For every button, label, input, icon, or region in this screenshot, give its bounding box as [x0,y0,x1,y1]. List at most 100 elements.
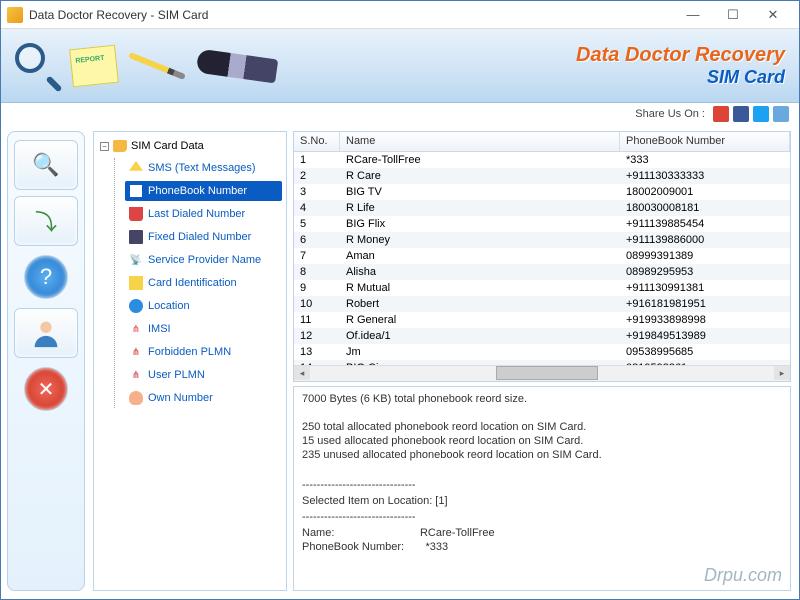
sim-card-icon [113,140,127,152]
table-row[interactable]: 4R Life180030008181 [294,200,790,216]
horizontal-scrollbar[interactable]: ◂ ▸ [294,365,790,381]
phonebook-table: S.No. Name PhoneBook Number 1RCare-TollF… [293,131,791,382]
cell-number: 09538995685 [620,345,790,359]
pencil-icon [128,51,186,79]
share-bar: Share Us On : [1,103,799,125]
cell-number: +911130991381 [620,281,790,295]
scroll-track[interactable] [310,366,774,380]
collapse-icon[interactable]: − [100,142,109,151]
table-row[interactable]: 11R General+919933898998 [294,312,790,328]
tree-item-own-number[interactable]: Own Number [125,388,282,408]
scroll-left-icon[interactable]: ◂ [294,366,310,380]
table-row[interactable]: 7Aman08999391389 [294,248,790,264]
brand-line2: SIM Card [576,67,785,88]
cell-sno: 4 [294,201,340,215]
tree-item-user-plmn[interactable]: ⋔User PLMN [125,365,282,385]
exit-button[interactable]: ✕ [24,367,68,411]
table-row[interactable]: 12Of.idea/1+919849513989 [294,328,790,344]
tree-item-forbidden-plmn[interactable]: ⋔Forbidden PLMN [125,342,282,362]
cell-sno: 8 [294,265,340,279]
scroll-thumb[interactable] [496,366,598,380]
globe-icon [129,299,143,313]
minimize-button[interactable]: — [673,4,713,26]
cell-name: RCare-TollFree [340,153,620,167]
table-row[interactable]: 6R Money+911139886000 [294,232,790,248]
cell-number: 08999391389 [620,249,790,263]
share-icon[interactable] [773,106,789,122]
tree-item-fixed-dialed[interactable]: Fixed Dialed Number [125,227,282,247]
tree-root[interactable]: − SIM Card Data [98,138,282,154]
cell-name: R Mutual [340,281,620,295]
table-row[interactable]: 8Alisha08989295953 [294,264,790,280]
cell-sno: 2 [294,169,340,183]
facebook-icon[interactable] [733,106,749,122]
tree-item-phonebook[interactable]: PhoneBook Number [125,181,282,201]
close-button[interactable]: ✕ [753,4,793,26]
col-number[interactable]: PhoneBook Number [620,132,790,151]
cell-name: BIG Flix [340,217,620,231]
forbidden-plmn-icon: ⋔ [129,345,143,359]
cell-name: Robert [340,297,620,311]
cell-sno: 6 [294,233,340,247]
maximize-button[interactable]: ☐ [713,4,753,26]
app-icon [7,7,23,23]
tree-item-sms[interactable]: SMS (Text Messages) [125,158,282,178]
cell-sno: 3 [294,185,340,199]
table-header: S.No. Name PhoneBook Number [294,132,790,152]
cell-number: *333 [620,153,790,167]
table-row[interactable]: 10Robert+916181981951 [294,296,790,312]
help-button[interactable]: ? [24,255,68,299]
tree-item-imsi[interactable]: ⋔IMSI [125,319,282,339]
tree-item-service-provider[interactable]: 📡Service Provider Name [125,250,282,270]
cell-number: 08989295953 [620,265,790,279]
tree-panel: − SIM Card Data SMS (Text Messages) Phon… [93,131,287,591]
report-note-icon: REPORT [69,44,119,87]
scroll-right-icon[interactable]: ▸ [774,366,790,380]
save-button[interactable]: ⤵ [14,196,78,246]
tree-item-location[interactable]: Location [125,296,282,316]
table-row[interactable]: 13Jm09538995685 [294,344,790,360]
twitter-icon[interactable] [753,106,769,122]
info-selected: Selected Item on Location: [1] [302,495,782,507]
info-used-alloc: 15 used allocated phonebook reord locati… [302,435,782,447]
cell-name: Jm [340,345,620,359]
antenna-icon: 📡 [129,253,143,267]
cell-sno: 1 [294,153,340,167]
table-row[interactable]: 9R Mutual+911130991381 [294,280,790,296]
titlebar: Data Doctor Recovery - SIM Card — ☐ ✕ [1,1,799,29]
cell-sno: 11 [294,313,340,327]
table-row[interactable]: 3BIG TV18002009001 [294,184,790,200]
tree-item-card-id[interactable]: Card Identification [125,273,282,293]
info-number-row: PhoneBook Number: *333 [302,541,782,553]
brand-title: Data Doctor Recovery SIM Card [576,44,785,88]
user-button[interactable] [14,308,78,358]
tree-items: SMS (Text Messages) PhoneBook Number Las… [114,158,282,408]
cell-number: +911139885454 [620,217,790,231]
table-row[interactable]: 2R Care+911130333333 [294,168,790,184]
col-name[interactable]: Name [340,132,620,151]
pen-icon [196,48,279,83]
cell-number: +911139886000 [620,233,790,247]
phonebook-icon [129,184,143,198]
tree-item-last-dialed[interactable]: Last Dialed Number [125,204,282,224]
scan-sim-button[interactable]: 🔍 [14,140,78,190]
magnifier-icon [15,43,61,89]
table-body: 1RCare-TollFree*3332R Care+9111303333333… [294,152,790,365]
cell-number: +919849513989 [620,329,790,343]
cell-name: Of.idea/1 [340,329,620,343]
table-row[interactable]: 1RCare-TollFree*333 [294,152,790,168]
share-label: Share Us On : [635,108,705,120]
cell-sno: 13 [294,345,340,359]
cell-sno: 7 [294,249,340,263]
info-total-alloc: 250 total allocated phonebook reord loca… [302,421,782,433]
table-row[interactable]: 5BIG Flix+911139885454 [294,216,790,232]
googleplus-icon[interactable] [713,106,729,122]
banner: REPORT Data Doctor Recovery SIM Card [1,29,799,103]
person-icon [129,391,143,405]
col-sno[interactable]: S.No. [294,132,340,151]
cell-name: R General [340,313,620,327]
info-unused-alloc: 235 unused allocated phonebook reord loc… [302,449,782,461]
brand-line1: Data Doctor Recovery [576,44,785,67]
cell-name: Aman [340,249,620,263]
cell-sno: 12 [294,329,340,343]
